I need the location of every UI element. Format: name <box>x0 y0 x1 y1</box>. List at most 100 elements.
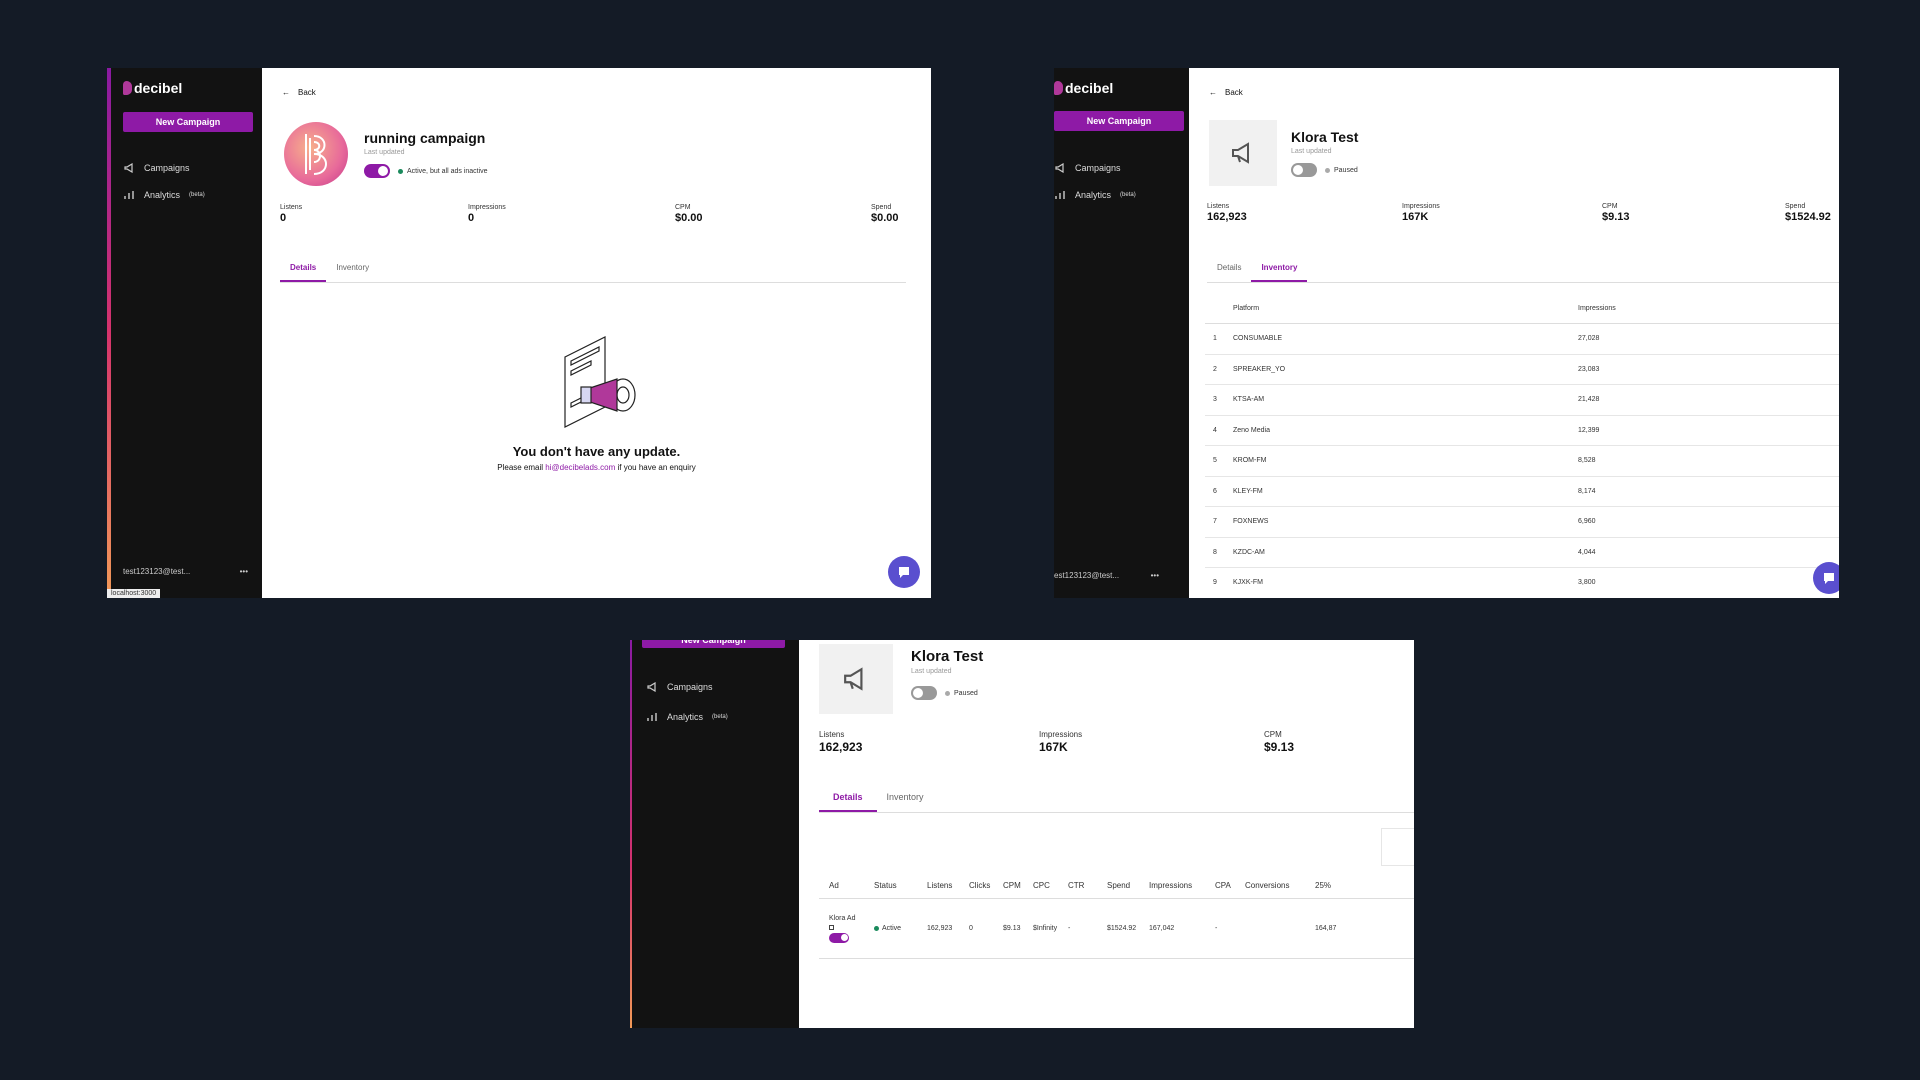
sidebar-item-campaigns[interactable]: Campaigns <box>123 154 205 181</box>
stat-label: Impressions <box>1039 730 1083 739</box>
sidebar-item-analytics[interactable]: Analytics (beta) <box>646 702 728 732</box>
table-row[interactable]: 7 FOXNEWS 6,960 <box>1205 507 1839 538</box>
sidebar-item-label: Campaigns <box>144 162 190 173</box>
tab-inventory[interactable]: Inventory <box>326 255 379 282</box>
empty-suffix: if you have an enquiry <box>617 463 696 472</box>
beta-tag: (beta) <box>1120 191 1136 198</box>
beta-tag: (beta) <box>712 714 728 720</box>
column-header-impressions: Impressions <box>1578 305 1616 312</box>
campaign-toggle[interactable] <box>364 164 390 178</box>
row-index: 6 <box>1213 487 1217 495</box>
brand-logo[interactable]: decibel <box>1054 80 1113 96</box>
sidebar-item-label: Analytics <box>1075 189 1112 200</box>
table-row[interactable]: 2 SPREAKER_YO 23,083 <box>1205 355 1839 385</box>
ad-checkbox[interactable] <box>829 924 834 930</box>
stat-label: Listens <box>280 204 303 211</box>
row-platform: KLEY-FM <box>1233 487 1263 495</box>
table-row[interactable]: 8 KZDC-AM 4,044 <box>1205 538 1839 568</box>
row-impressions: 8,174 <box>1578 487 1596 495</box>
new-campaign-button[interactable]: New Campaign <box>1054 111 1184 131</box>
campaign-title: Klora Test <box>1291 129 1359 145</box>
column-header-25pct: 25% <box>1315 881 1332 890</box>
column-header-cpc: CPC <box>1033 881 1050 890</box>
tab-bar: Details Inventory <box>280 255 906 283</box>
ad-impressions: 167,042 <box>1149 925 1175 932</box>
row-index: 5 <box>1213 457 1217 465</box>
sidebar: decibel New Campaign Campaigns Analytics… <box>107 68 262 598</box>
new-campaign-button[interactable]: New Campaign <box>123 112 253 132</box>
stat-value: $1524.92 <box>1785 211 1831 223</box>
campaign-toggle[interactable] <box>911 686 937 700</box>
screenshot-running-campaign: decibel New Campaign Campaigns Analytics… <box>107 68 931 598</box>
campaign-toggle[interactable] <box>1291 163 1317 177</box>
empty-prefix: Please email <box>497 463 544 472</box>
column-header-spend: Spend <box>1107 881 1131 890</box>
stat-label: CPM <box>1602 203 1618 210</box>
table-row[interactable]: Klora Ad Active 162,923 0 $9.13 $Infinit… <box>819 899 1414 959</box>
table-row[interactable]: 6 KLEY-FM 8,174 <box>1205 477 1839 507</box>
table-row[interactable]: 9 KJXK-FM 3,800 <box>1205 568 1839 598</box>
user-menu[interactable]: test123123@test... ••• <box>123 567 248 576</box>
column-header-conversions: Conversions <box>1245 881 1290 890</box>
table-row[interactable]: 1 CONSUMABLE 27,028 <box>1205 324 1839 355</box>
decibel-logo-icon <box>305 134 327 175</box>
tab-inventory[interactable]: Inventory <box>877 784 934 812</box>
new-campaign-button[interactable]: New Campaign <box>642 640 785 648</box>
stat-listens: Listens 0 <box>280 204 302 224</box>
table-row[interactable]: 4 Zeno Media 12,399 <box>1205 416 1839 446</box>
tab-details[interactable]: Details <box>819 784 877 812</box>
sidebar: New Campaign Campaigns Analytics (beta) <box>630 640 799 1028</box>
sidebar-item-analytics[interactable]: Analytics (beta) <box>123 181 205 208</box>
more-icon[interactable]: ••• <box>240 567 248 576</box>
stat-value: 0 <box>468 212 475 224</box>
table-row[interactable]: 3 KTSA-AM 21,428 <box>1205 385 1839 416</box>
user-menu[interactable]: est123123@test... ••• <box>1054 571 1159 580</box>
table-row[interactable]: 5 KROM-FM 8,528 <box>1205 446 1839 477</box>
table-toolbar-box[interactable] <box>1381 828 1414 866</box>
stat-cpm: CPM $0.00 <box>675 204 703 224</box>
column-header-ad: Ad <box>829 881 839 890</box>
sidebar-accent-bar <box>630 640 632 1028</box>
row-impressions: 3,800 <box>1578 579 1596 587</box>
megaphone-icon <box>844 667 863 691</box>
support-email-link[interactable]: hi@decibelads.com <box>545 463 615 472</box>
brand-logo[interactable]: decibel <box>123 80 182 96</box>
ad-status: Active <box>874 925 927 932</box>
sidebar-item-campaigns[interactable]: Campaigns <box>646 672 728 702</box>
status-dot-icon <box>398 169 403 174</box>
stat-spend: Spend $1524.92 <box>1785 203 1831 223</box>
inventory-table: Platform Impressions 1 CONSUMABLE 27,028… <box>1205 294 1839 598</box>
ad-cpa: - <box>1215 925 1218 932</box>
status-badge: Paused <box>945 690 978 697</box>
tab-bar: Details Inventory <box>1207 255 1839 283</box>
ad-clicks: 0 <box>969 925 973 932</box>
stat-label: Spend <box>871 204 892 211</box>
stat-label: Impressions <box>468 204 506 211</box>
ad-25pct: 164,87 <box>1315 925 1337 932</box>
ad-toggle[interactable] <box>829 932 849 943</box>
campaign-detail: Klora Test Last updated Paused Listens 1… <box>799 640 1414 1028</box>
sidebar-item-label: Campaigns <box>667 682 713 692</box>
chat-button[interactable] <box>888 556 920 588</box>
chat-button[interactable] <box>1813 562 1839 594</box>
megaphone-icon <box>1232 142 1249 164</box>
stat-listens: Listens 162,923 <box>819 730 862 754</box>
last-updated: Last updated <box>1291 148 1332 155</box>
tab-bar: Details Inventory <box>819 784 1414 813</box>
back-button[interactable]: ← Back <box>282 88 316 97</box>
tab-inventory[interactable]: Inventory <box>1251 255 1308 282</box>
tab-details[interactable]: Details <box>280 255 327 282</box>
sidebar-item-campaigns[interactable]: Campaigns <box>1054 154 1136 181</box>
arrow-left-icon: ← <box>282 88 290 97</box>
back-button[interactable]: ← Back <box>1209 88 1243 97</box>
row-impressions: 27,028 <box>1578 335 1600 343</box>
row-index: 1 <box>1213 335 1217 343</box>
sidebar-nav: Campaigns Analytics (beta) <box>123 154 205 208</box>
sidebar-item-analytics[interactable]: Analytics (beta) <box>1054 181 1136 208</box>
more-icon[interactable]: ••• <box>1151 571 1159 580</box>
tab-details[interactable]: Details <box>1207 255 1251 282</box>
megaphone-icon <box>646 681 658 693</box>
ad-ctr: - <box>1068 925 1071 932</box>
column-header-cpm: CPM <box>1003 881 1021 890</box>
stat-impressions: Impressions 0 <box>468 204 506 224</box>
